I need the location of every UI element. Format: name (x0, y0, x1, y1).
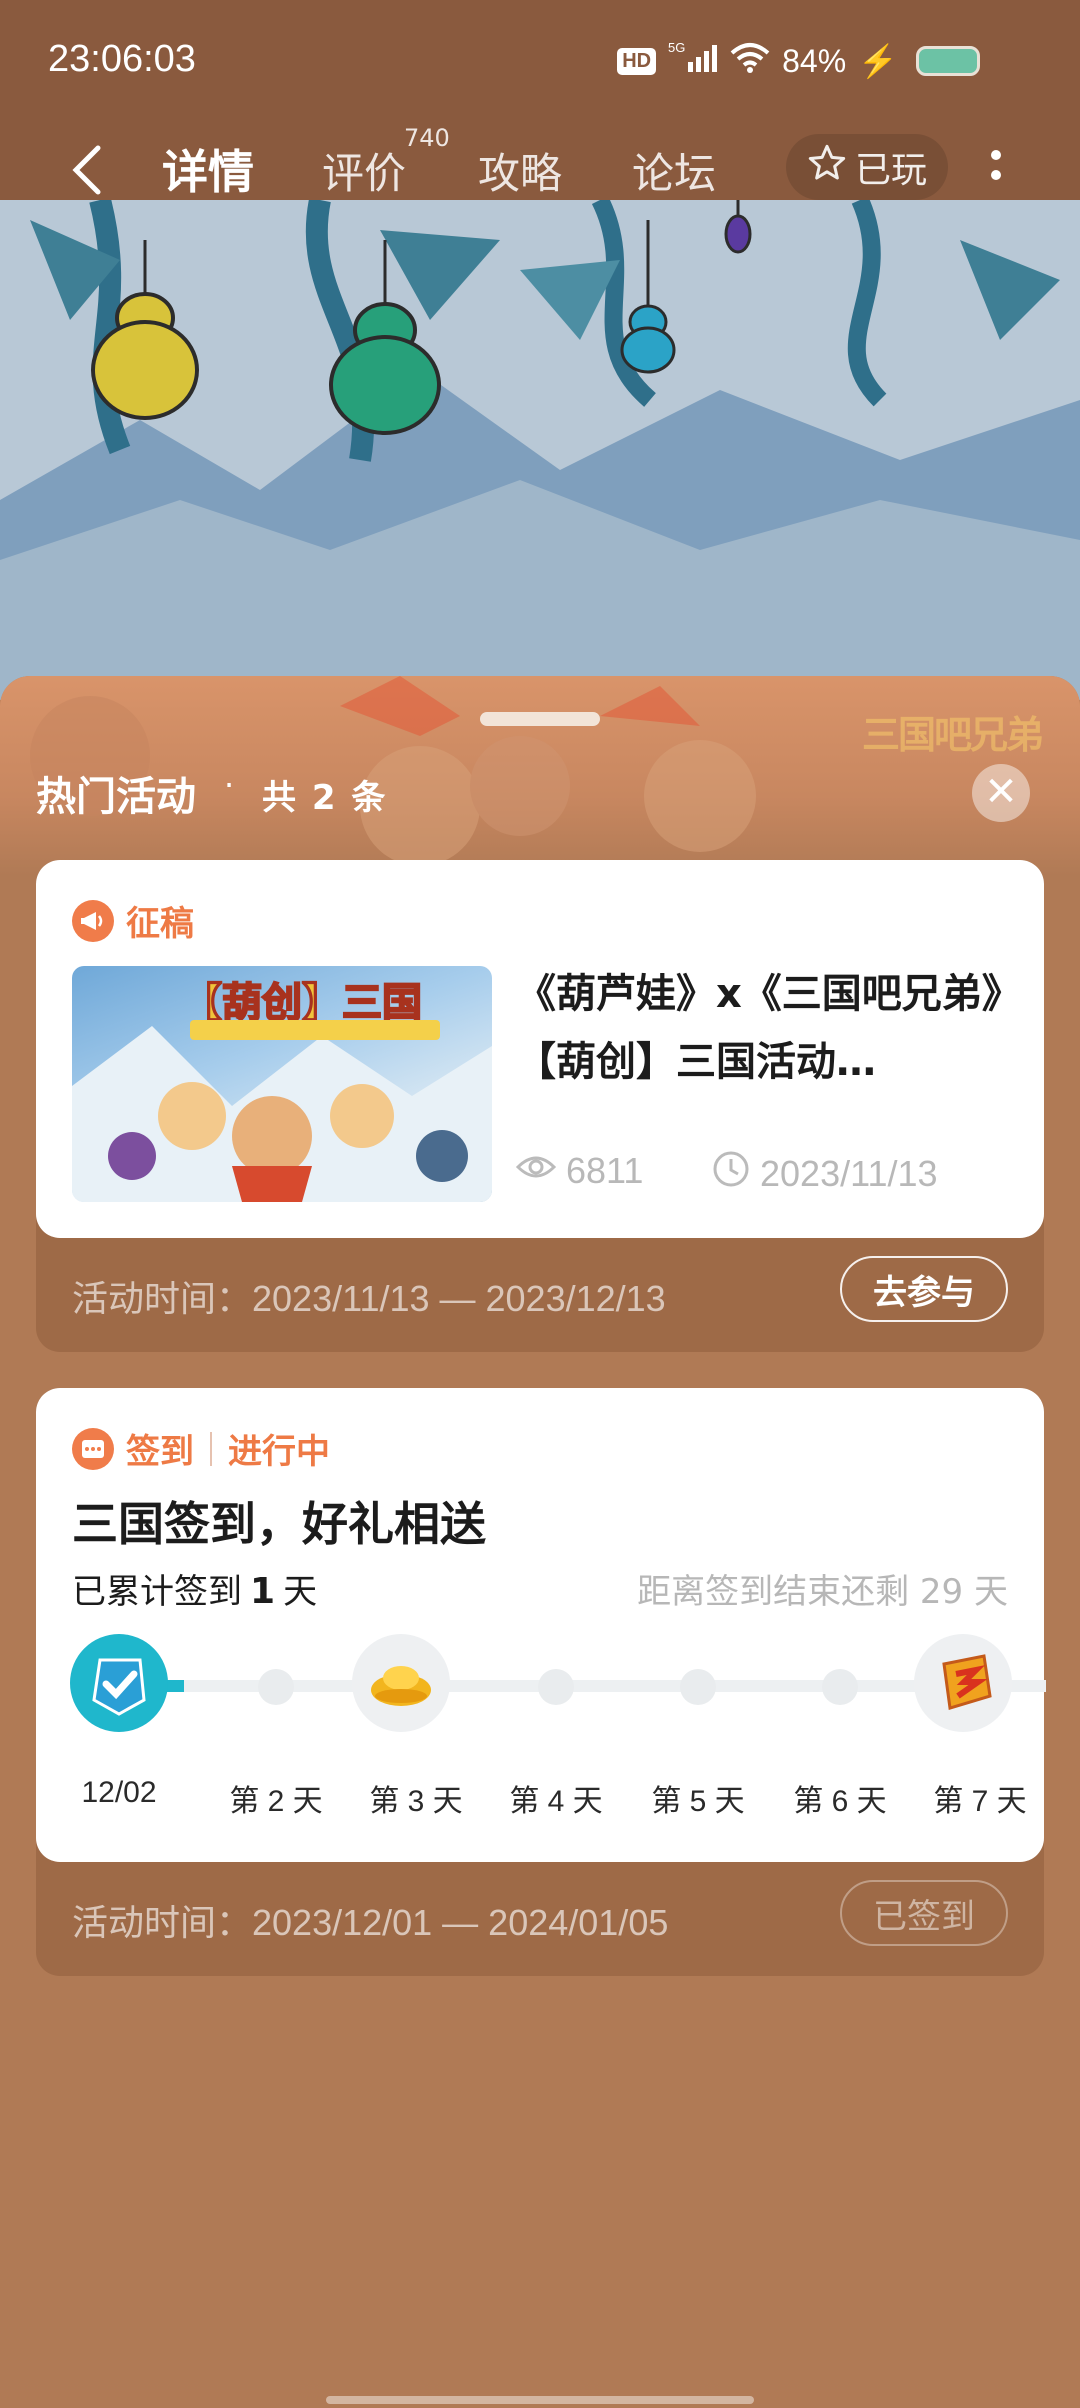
day-label: 第 2 天 (229, 1785, 323, 1818)
day-4-node[interactable] (538, 1669, 574, 1705)
wifi-icon (730, 41, 770, 81)
day-7-reward-node[interactable] (914, 1634, 1012, 1732)
activity-count: 共 2 条 (262, 778, 388, 818)
activity-period: 活动时间：2023/12/01 — 2024/01/05 (72, 1902, 669, 1943)
activity-tag-row: 签到 进行中 (72, 1424, 330, 1473)
activity-tag-row: 征稿 (72, 896, 194, 945)
publish-date: 2023/11/13 (712, 1150, 938, 1197)
review-count-badge: 740 (404, 124, 450, 152)
charging-icon: ⚡ (858, 43, 898, 79)
join-button[interactable]: 去参与 (840, 1256, 1008, 1322)
status-time: 23:06:03 (48, 38, 196, 80)
day-3-reward-node[interactable] (352, 1634, 450, 1732)
day-label: 第 6 天 (793, 1785, 887, 1818)
activity-card-body[interactable]: 征稿 【葫创】三国 《葫芦娃》x《三国吧兄弟》【葫创】三国活动… 6811 20… (36, 860, 1044, 1238)
day-5-node[interactable] (680, 1669, 716, 1705)
network-label: 5G (668, 40, 685, 55)
played-button[interactable]: 已玩 (786, 134, 948, 200)
played-label: 已玩 (854, 150, 927, 191)
check-badge-icon (92, 1658, 146, 1716)
megaphone-icon (72, 899, 114, 942)
gift-ticket-icon (942, 1654, 992, 1710)
activity-type-tag: 签到 (126, 1432, 194, 1472)
day-label: 第 7 天 (933, 1785, 1027, 1818)
day-label: 第 3 天 (369, 1785, 463, 1818)
activity-card-checkin: 签到 进行中 三国签到，好礼相送 已累计签到1天 距离签到结束还剩 29 天 (36, 1388, 1046, 1976)
hero-artwork (0, 200, 1080, 700)
tab-guides[interactable]: 攻略 (478, 140, 562, 201)
acc-days: 1 (250, 1571, 276, 1612)
acc-prefix: 已累计签到 (72, 1572, 242, 1612)
activity-thumbnail[interactable]: 【葫创】三国 (72, 966, 492, 1202)
gold-ingot-icon (371, 1666, 431, 1706)
drag-handle[interactable] (480, 712, 600, 726)
thumbnail-subtitle-bar (190, 1020, 440, 1040)
hd-icon: HD (617, 47, 657, 75)
eye-icon (515, 1150, 557, 1192)
title-separator: · (224, 766, 235, 804)
day-6-node[interactable] (822, 1669, 858, 1705)
star-outline-icon (807, 143, 847, 192)
tab-forum[interactable]: 论坛 (632, 140, 716, 201)
day-label: 第 4 天 (509, 1785, 603, 1818)
day-label: 12/02 (81, 1776, 157, 1809)
day-2-node[interactable] (258, 1669, 294, 1705)
checked-in-button[interactable]: 已签到 (840, 1880, 1008, 1946)
back-arrow-icon[interactable] (62, 142, 112, 198)
more-options-icon[interactable] (986, 146, 1006, 194)
top-navbar: 详情 评价 740 攻略 论坛 已玩 (0, 120, 1080, 220)
hot-activities-sheet: 三国吧兄弟 热门活动 · 共 2 条 ✕ 征稿 【葫创】三国 《葫芦娃》x《三国… (0, 676, 1080, 2408)
activity-headline[interactable]: 《葫芦娃》x《三国吧兄弟》【葫创】三国活动… (516, 960, 1016, 1096)
view-count: 6811 (515, 1150, 644, 1192)
activity-type-tag: 征稿 (126, 904, 194, 944)
battery-icon (916, 46, 980, 76)
game-hero-banner: 23:06:03 HD 5G 84% ⚡ 详情 评价 740 攻略 论坛 已玩 (0, 0, 1080, 700)
sheet-title: 热门活动 (36, 774, 196, 820)
day-label: 第 5 天 (651, 1785, 745, 1818)
checkin-progress-track (116, 1680, 1046, 1692)
activity-period: 活动时间：2023/11/13 — 2023/12/13 (72, 1278, 666, 1319)
checkin-title: 三国签到，好礼相送 (72, 1497, 486, 1551)
status-bar: 23:06:03 HD 5G 84% ⚡ (0, 0, 1080, 120)
tab-reviews[interactable]: 评价 (322, 140, 406, 201)
battery-percent: 84% (782, 42, 847, 79)
checkin-card-body[interactable]: 签到 进行中 三国签到，好礼相送 已累计签到1天 距离签到结束还剩 29 天 (36, 1388, 1046, 1862)
close-icon[interactable]: ✕ (972, 764, 1030, 822)
day-1-checked-node[interactable] (70, 1634, 168, 1732)
status-icons: HD 5G 84% ⚡ (617, 40, 980, 82)
view-count-value: 6811 (566, 1150, 644, 1191)
accumulated-checkins: 已累计签到 1 天 (72, 1564, 317, 1613)
days-remaining: 距离签到结束还剩 29 天 (637, 1572, 1008, 1612)
tab-details[interactable]: 详情 (162, 136, 254, 202)
tag-divider (210, 1431, 212, 1466)
signal-icon: 5G (668, 40, 718, 82)
acc-suffix: 天 (283, 1572, 318, 1612)
publish-date-value: 2023/11/13 (760, 1152, 938, 1194)
home-indicator[interactable] (326, 2396, 754, 2404)
clock-icon (712, 1150, 750, 1197)
activity-card-contest: 征稿 【葫创】三国 《葫芦娃》x《三国吧兄弟》【葫创】三国活动… 6811 20… (36, 860, 1044, 1352)
calendar-icon (72, 1427, 114, 1470)
brand-logo: 三国吧兄弟 (862, 713, 1044, 757)
activity-status-tag: 进行中 (228, 1432, 330, 1472)
